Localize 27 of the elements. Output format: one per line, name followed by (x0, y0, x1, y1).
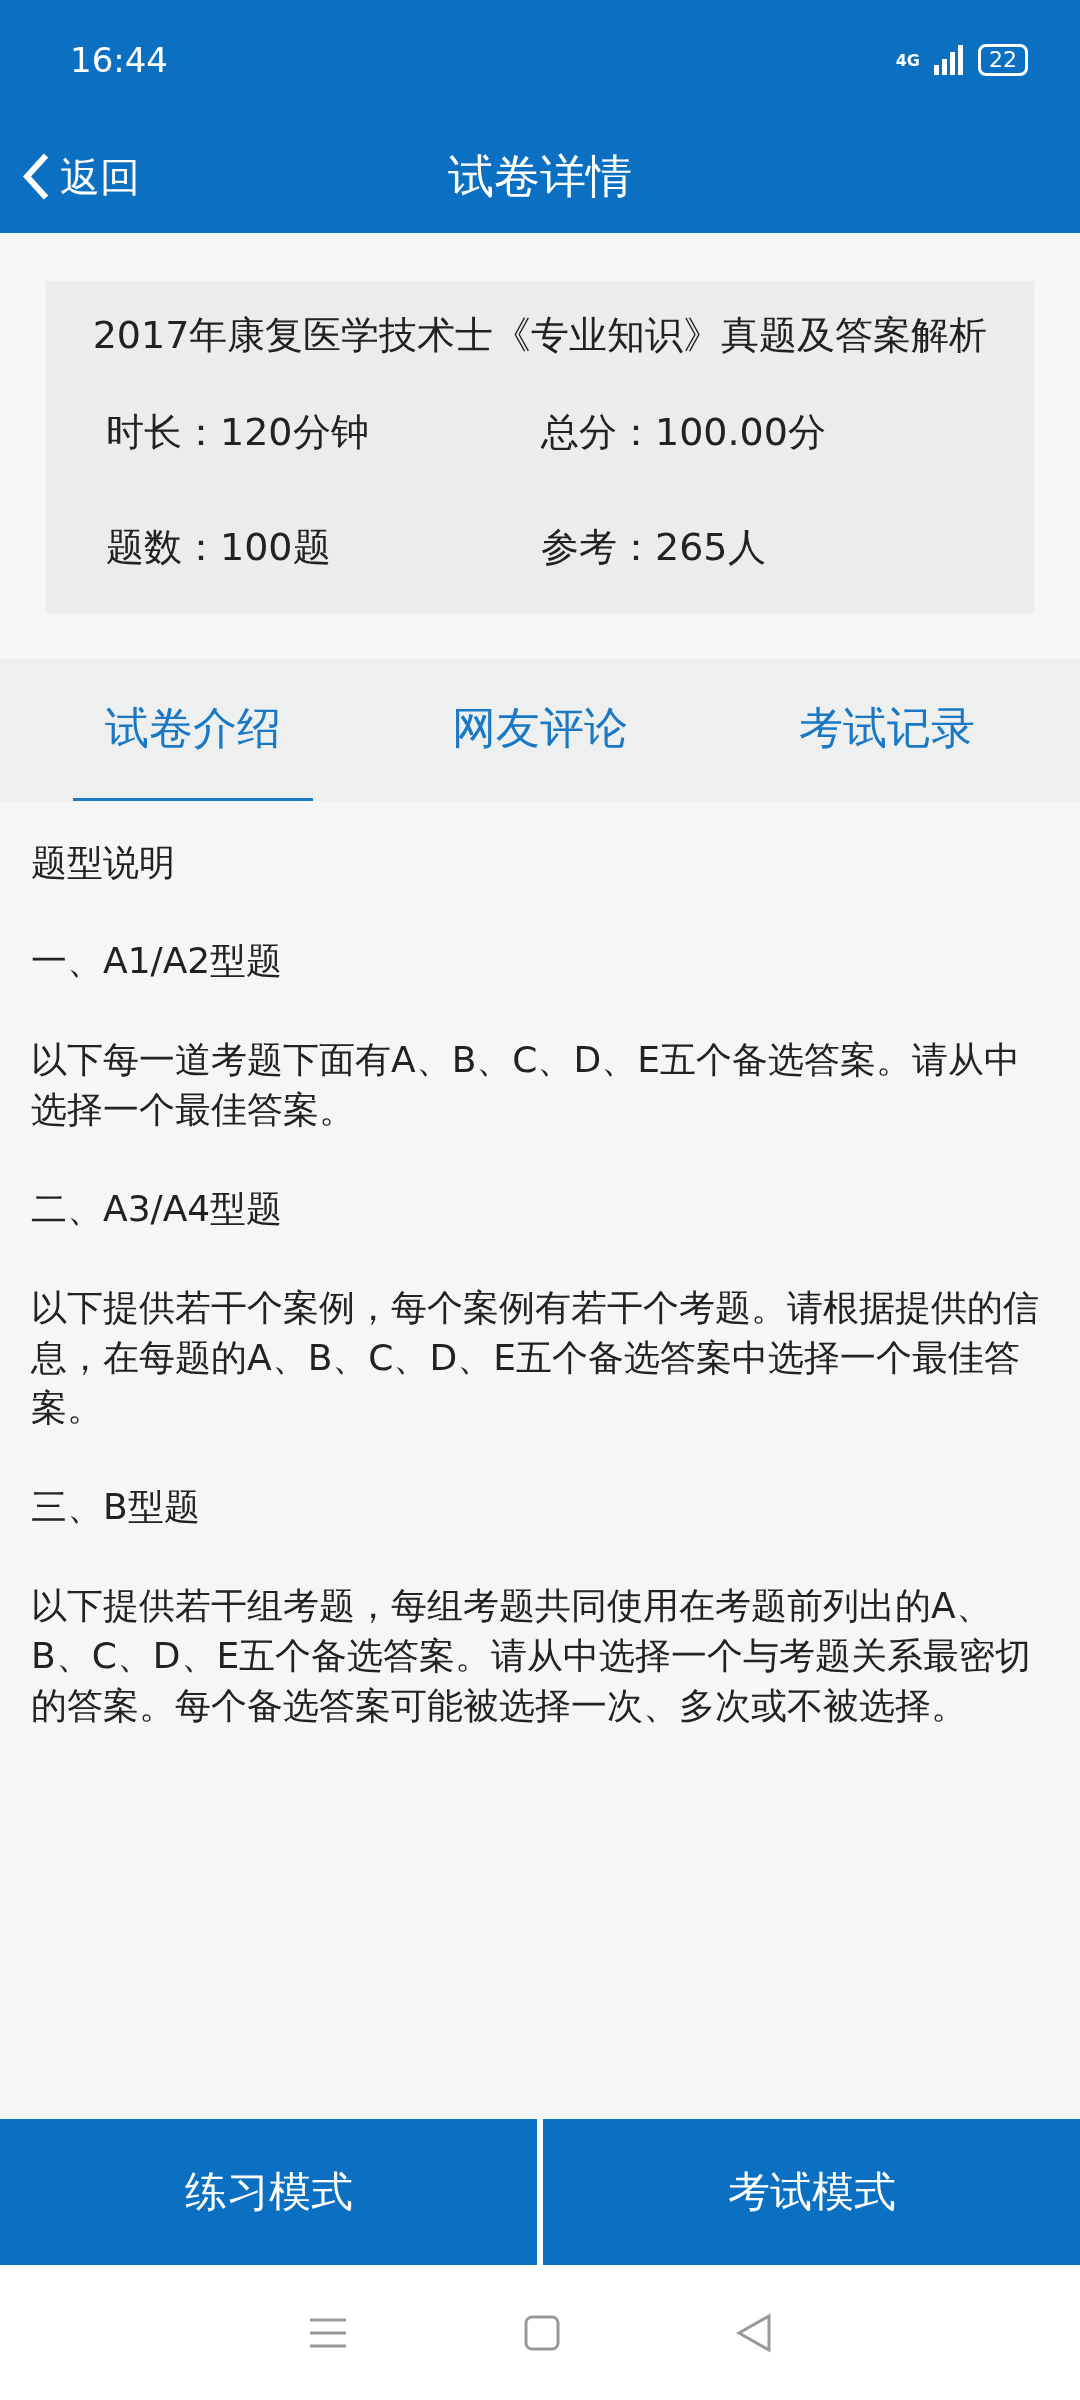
description-paragraph: 以下提供若干组考题，每组考题共同使用在考题前列出的A、B、C、D、E五个备选答案。请从中选择一个与考题关系最密切的答案。每个备选答案可能被选择一次、多次或不被选择。 (31, 1584, 1033, 1728)
exam-stat: 时长：120分钟 (106, 409, 370, 456)
tab[interactable]: 考试记录 (766, 659, 1007, 801)
tab[interactable]: 网友评论 (420, 659, 660, 801)
exam-stat: 参考：265人 (541, 524, 767, 571)
network-label: 4G (895, 50, 920, 70)
mode-button[interactable]: 练习模式 (0, 2119, 537, 2265)
back-icon[interactable] (736, 2312, 772, 2353)
section-heading: 题型说明 (31, 841, 176, 885)
exam-stat: 题数：100题 (106, 524, 332, 571)
status-time: 16:44 (70, 40, 168, 80)
signal-icon (934, 45, 964, 75)
battery-level: 22 (978, 44, 1028, 76)
description-paragraph: 以下每一道考题下面有A、B、C、D、E五个备选答案。请从中选择一个最佳答案。 (31, 1038, 1021, 1132)
exam-stat: 总分：100.00分 (541, 409, 827, 456)
menu-icon[interactable] (308, 2316, 348, 2349)
exam-title: 2017年康复医学技术士《专业知识》真题及答案解析 (91, 312, 989, 359)
section-heading: 三、B型题 (31, 1485, 201, 1529)
section-heading: 二、A3/A4型题 (31, 1187, 284, 1231)
description-paragraph: 以下提供若干个案例，每个案例有若干个考题。请根据提供的信息，在每题的A、B、C、D、E五个备选答案中选择一个最佳答案。 (31, 1286, 1040, 1430)
back-button[interactable]: 返回 (22, 149, 140, 204)
home-icon[interactable] (524, 2314, 560, 2351)
section-heading: 一、A1/A2型题 (31, 939, 284, 983)
page-title: 试卷详情 (448, 147, 632, 205)
mode-button[interactable]: 考试模式 (543, 2119, 1080, 2265)
tab[interactable]: 试卷介绍 (73, 659, 314, 801)
back-icon (22, 151, 50, 202)
